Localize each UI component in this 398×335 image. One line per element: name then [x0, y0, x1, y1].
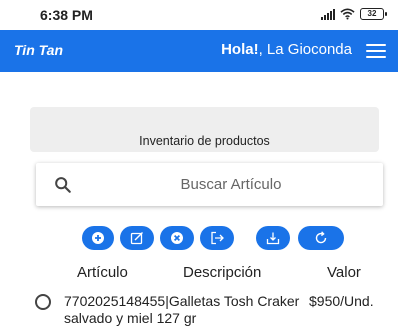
edit-icon	[130, 232, 143, 245]
search-icon[interactable]	[54, 176, 72, 194]
column-header-articulo: Artículo	[77, 264, 128, 281]
add-circle-icon	[92, 232, 104, 244]
panel-title: Inventario de productos	[139, 134, 270, 148]
greeting: Hola!, La Gioconda	[221, 41, 352, 58]
greeting-hello: Hola!	[221, 41, 259, 58]
cancel-button[interactable]	[160, 226, 194, 250]
column-header-valor: Valor	[327, 264, 361, 281]
hamburger-menu-icon[interactable]	[366, 44, 386, 58]
add-button[interactable]	[82, 226, 114, 250]
greeting-user-name: , La Gioconda	[258, 41, 352, 58]
status-bar: 6:38 PM 32	[0, 0, 398, 30]
signal-icon	[321, 8, 335, 20]
status-time: 6:38 PM	[40, 7, 93, 23]
search-input[interactable]	[96, 163, 366, 206]
download-button[interactable]	[256, 226, 290, 250]
battery-icon: 32	[360, 8, 387, 20]
inventory-panel: Inventario de productos	[30, 107, 379, 152]
app-title: Tin Tan	[14, 42, 63, 58]
download-icon	[266, 232, 280, 245]
search-bar	[36, 163, 383, 206]
column-header-descripcion: Descripción	[183, 264, 262, 281]
logout-button[interactable]	[200, 226, 234, 250]
logout-icon	[210, 231, 224, 245]
cancel-circle-icon	[171, 232, 183, 244]
wifi-icon	[340, 8, 355, 20]
edit-button[interactable]	[120, 226, 154, 250]
refresh-button[interactable]	[298, 226, 344, 250]
refresh-icon	[315, 231, 327, 244]
app-bar: Tin Tan Hola!, La Gioconda	[0, 30, 398, 72]
row-value: $950/Und.	[309, 293, 374, 309]
status-icons: 32	[321, 8, 387, 20]
row-select-radio[interactable]	[35, 294, 51, 310]
row-article-description: 7702025148455|Galletas Tosh Craker salva…	[64, 293, 300, 326]
